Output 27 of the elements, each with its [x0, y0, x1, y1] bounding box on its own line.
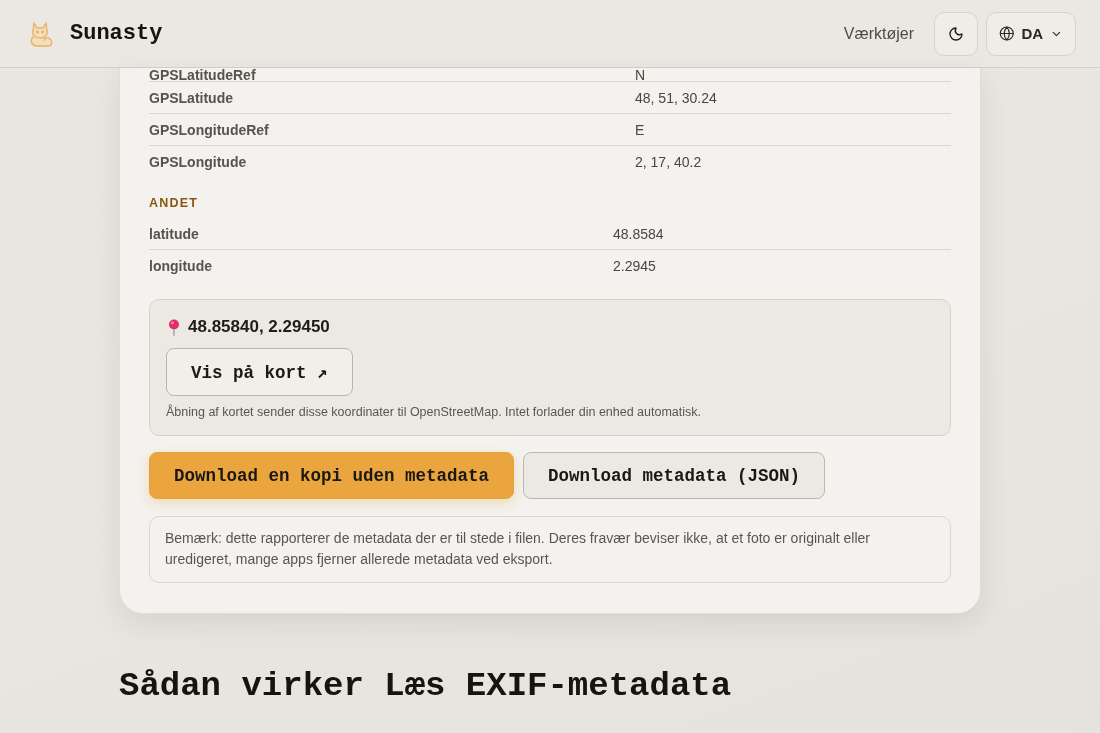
metadata-key: GPSLongitudeRef	[149, 122, 635, 137]
globe-icon	[999, 25, 1015, 42]
metadata-key: GPSLatitude	[149, 90, 635, 105]
brand-name: Sunasty	[70, 21, 163, 46]
metadata-value: 2, 17, 40.2	[635, 155, 703, 169]
metadata-value: 2.2945	[613, 259, 657, 273]
privacy-note: Åbning af kortet sender disse koordinater til OpenStreetMap. Intet forlader din enhed automatisk.	[166, 403, 703, 421]
theme-toggle-button[interactable]	[934, 11, 978, 56]
metadata-value: 48.8584	[613, 226, 665, 241]
download-button[interactable]: Download metadata (JSON)	[523, 452, 826, 499]
language-button[interactable]: DA	[986, 11, 1076, 56]
metadata-value: E	[635, 122, 646, 137]
disclaimer-note: Bemærk: dette rapporterer de metadata der er til stede i filen. Deres fravær beviser ikke, at et foto er originalt eller uredigeret, mange apps fjerner allerede metadata ved eksport.	[149, 516, 951, 583]
coordinates-text: 48.85840, 2.29450	[188, 316, 330, 338]
nav-link[interactable]: Værktøjer	[843, 24, 914, 43]
section-heading: Sådan virker Læs EXIF-metadata	[119, 666, 733, 706]
metadata-key: longitude	[149, 259, 613, 273]
download-button[interactable]: Download en kopi uden metadata	[149, 452, 515, 499]
metadata-key: GPSLongitude	[149, 155, 635, 169]
moon-icon	[948, 25, 964, 42]
section-title: ANDET	[149, 196, 200, 210]
pin-icon	[168, 318, 180, 336]
show-map-button[interactable]: Vis på kort ↗	[166, 348, 353, 396]
metadata-value: 48, 51, 30.24	[635, 90, 718, 105]
metadata-key: latitude	[149, 226, 613, 241]
metadata-value: N	[635, 68, 647, 82]
metadata-key: GPSLatitudeRef	[149, 68, 635, 82]
